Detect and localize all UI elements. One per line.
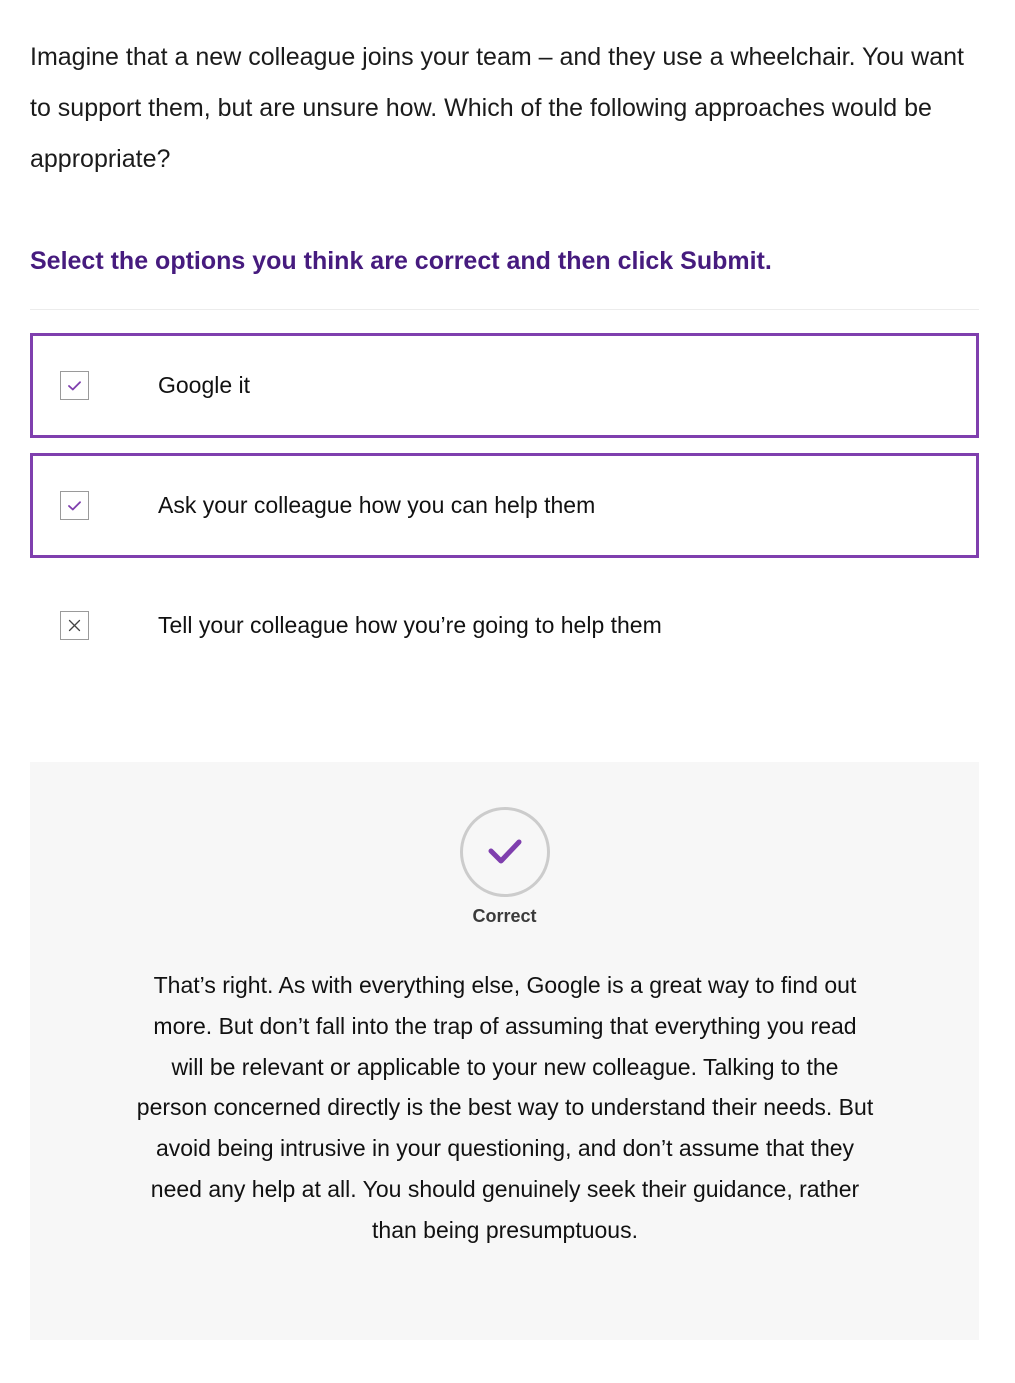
feedback-text: That’s right. As with everything else, G… — [136, 972, 874, 1243]
option-label: Tell your colleague how you’re going to … — [158, 612, 662, 638]
option-label: Google it — [158, 372, 251, 398]
x-mark-icon — [68, 619, 81, 632]
checkmark-icon — [68, 500, 81, 510]
checkmark-icon — [68, 380, 81, 390]
feedback-status-badge — [460, 807, 550, 897]
option-google-it[interactable]: Google it — [30, 333, 979, 438]
option-checkbox[interactable] — [60, 491, 89, 520]
option-checkbox[interactable] — [60, 371, 89, 400]
divider — [30, 309, 979, 310]
question-text: Imagine that a new colleague joins your … — [30, 43, 964, 173]
option-ask-colleague[interactable]: Ask your colleague how you can help them — [30, 453, 979, 558]
feedback-status-label: Correct — [472, 906, 537, 926]
feedback-panel: Correct That’s right. As with everything… — [30, 762, 979, 1340]
checkmark-icon — [488, 839, 522, 864]
option-checkbox[interactable] — [60, 611, 89, 640]
instruction-text: Select the options you think are correct… — [30, 247, 772, 275]
option-label: Ask your colleague how you can help them — [158, 492, 596, 518]
option-tell-colleague[interactable]: Tell your colleague how you’re going to … — [30, 573, 979, 678]
